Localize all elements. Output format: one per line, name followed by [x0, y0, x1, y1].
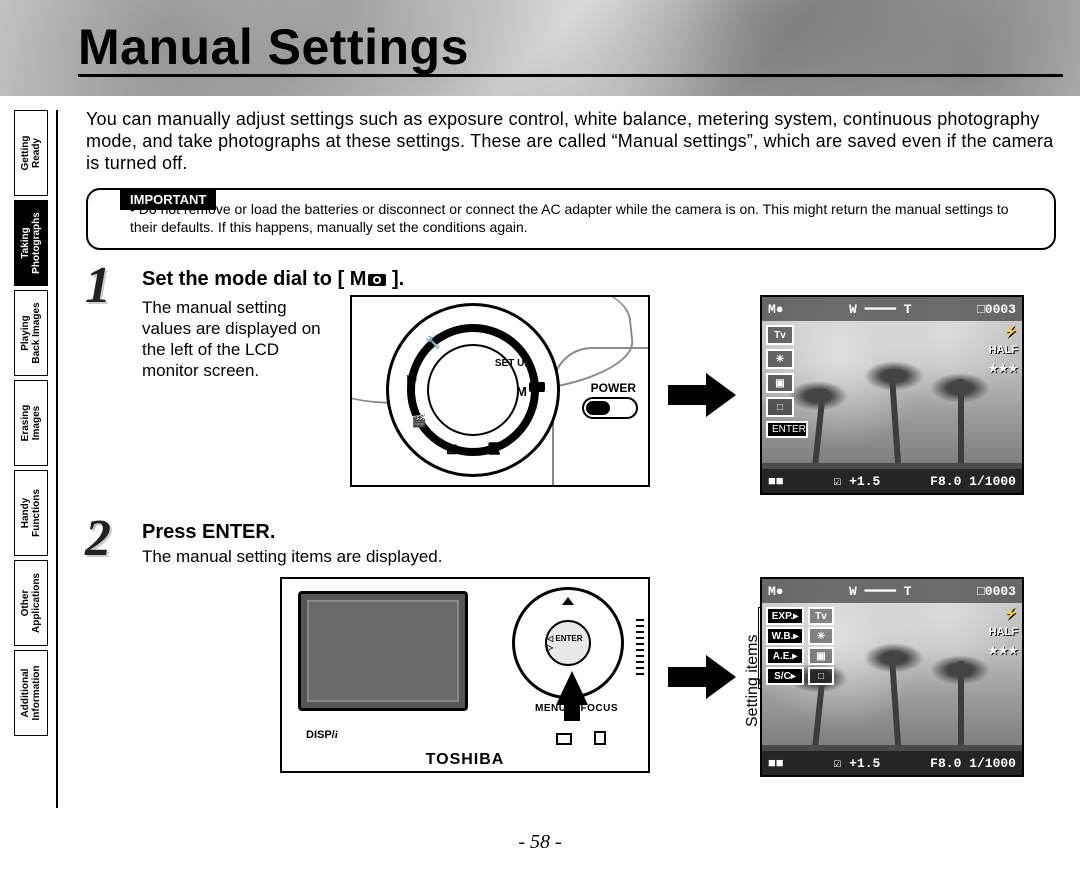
camera-back-illustration: ◁ ENTER ▷ MENU FOCUS DISP/i TOSHIBA	[280, 577, 650, 773]
lcd2-aperture-shutter: F8.0 1/1000	[930, 756, 1016, 771]
dial-movie-icon: 🎬	[412, 414, 427, 428]
step-number-2-icon: 2	[74, 515, 122, 563]
page-title: Manual Settings	[78, 18, 469, 76]
lcd2-battery-icon: ■■	[768, 756, 784, 771]
tab-additional-information[interactable]: Additional Information	[14, 650, 48, 736]
lcd1-ev-value: ☑ +1.5	[833, 474, 880, 489]
step-1: 1 Set the mode dial to [ M ]. The manual…	[86, 268, 1056, 495]
lcd2-settings-menu: EXP.▸Tv W.B.▸☀ A.E.▸▣ S/C▸□	[766, 607, 834, 685]
menu-exp: EXP.▸	[766, 607, 804, 625]
lcd1-quality-stars: ★★★	[988, 362, 1018, 375]
lcd1-frame-counter: □0003	[977, 302, 1016, 317]
trash-icon	[594, 731, 606, 745]
lcd1-meter-icon: ▣	[766, 373, 794, 393]
dial-setup-label: SET UP	[495, 358, 531, 369]
lcd1-zoom-bar: W ━━━━ T	[849, 302, 912, 317]
important-badge: IMPORTANT	[120, 189, 216, 210]
lcd1-right-icons: ⚡ HALF ★★★	[988, 325, 1018, 375]
dial-tick-icon: ▲	[467, 321, 479, 335]
lcd2-frame-counter: □0003	[977, 584, 1016, 599]
lcd-preview-2: M● W ━━━━ T □0003 EXP.▸Tv W.B.▸☀ A.E.▸▣ …	[760, 577, 1024, 777]
dial-wrench-icon: 🔧	[426, 336, 441, 350]
step-1-heading-suffix: ].	[386, 268, 404, 290]
menu-label: MENU	[535, 703, 566, 714]
folder-icon	[556, 733, 572, 745]
disp-label: DISP/i	[306, 729, 338, 741]
step-1-heading-prefix: Set the mode dial to [ M	[142, 268, 366, 290]
dial-play-icon: ▶	[407, 372, 416, 386]
tab-taking-photographs[interactable]: Taking Photographs	[14, 200, 48, 286]
lcd2-mode-indicator: M●	[768, 584, 784, 599]
dial-multi-icon: ▦	[446, 441, 457, 455]
tab-playing-back-images[interactable]: Playing Back Images	[14, 290, 48, 376]
grip-lines	[636, 619, 644, 679]
sidebar-divider	[56, 110, 58, 808]
arrow-right-icon	[668, 655, 742, 699]
dial-m-label: M	[516, 384, 527, 399]
step-1-heading: Set the mode dial to [ M ].	[142, 268, 1056, 291]
menu-ae: A.E.▸	[766, 647, 804, 665]
step-2-body: The manual setting items are displayed.	[142, 546, 1056, 567]
power-label: POWER	[591, 381, 636, 395]
menu-sc-val: □	[808, 667, 834, 685]
lcd1-single-icon: □	[766, 397, 794, 417]
lcd1-tv-icon: Tv	[766, 325, 794, 345]
lcd1-battery-icon: ■■	[768, 474, 784, 489]
focus-label: FOCUS	[581, 703, 619, 714]
lcd1-mode-indicator: M●	[768, 302, 784, 317]
intro-text: You can manually adjust settings such as…	[86, 108, 1056, 174]
tab-getting-ready[interactable]: Getting Ready	[14, 110, 48, 196]
sidebar: Getting Ready Taking Photographs Playing…	[14, 110, 48, 740]
lcd2-half-label: HALF	[989, 626, 1018, 638]
lcd1-flash-icon: ⚡	[1004, 325, 1018, 338]
lcd1-enter-button: ENTER	[766, 421, 808, 438]
menu-exp-val: Tv	[808, 607, 834, 625]
menu-wb: W.B.▸	[766, 627, 804, 645]
lcd2-right-icons: ⚡ HALF ★★★	[988, 607, 1018, 657]
step-1-body: The manual setting values are displayed …	[142, 297, 332, 381]
step-number-1-icon: 1	[74, 262, 122, 310]
page-body: You can manually adjust settings such as…	[86, 108, 1056, 777]
power-switch	[582, 397, 638, 419]
important-bullet: • Do not remove or load the batteries or…	[130, 200, 1038, 236]
lcd-preview-1: M● W ━━━━ T □0003 Tv ☀ ▣ □ ENTER ⚡ HALF	[760, 295, 1024, 495]
press-up-arrow-icon	[556, 671, 588, 705]
lcd2-zoom-bar: W ━━━━ T	[849, 584, 912, 599]
step-2: 2 Press ENTER. The manual setting items …	[86, 521, 1056, 777]
important-box: IMPORTANT • Do not remove or load the ba…	[86, 188, 1056, 250]
lcd2-quality-stars: ★★★	[988, 644, 1018, 657]
camera-mode-icon	[368, 274, 386, 286]
lcd2-ev-value: ☑ +1.5	[833, 756, 880, 771]
tab-other-applications[interactable]: Other Applications	[14, 560, 48, 646]
camera-lcd-rect	[298, 591, 468, 711]
menu-ae-val: ▣	[808, 647, 834, 665]
dial-pc-icon: 🖥	[487, 441, 502, 455]
dial-camera-icon	[529, 382, 545, 392]
setting-items-bracket	[758, 607, 759, 689]
arrow-right-icon	[668, 373, 742, 417]
lcd1-aperture-shutter: F8.0 1/1000	[930, 474, 1016, 489]
dpad-up-icon	[562, 597, 574, 605]
tab-erasing-images[interactable]: Erasing Images	[14, 380, 48, 466]
menu-wb-val: ☀	[808, 627, 834, 645]
step-2-heading: Press ENTER.	[142, 521, 1056, 544]
brand-label: TOSHIBA	[426, 751, 505, 769]
mode-dial-illustration: SET UP M ▲ 🔧 ▶ 🎬 ▦ 🖥 POWER	[350, 295, 650, 487]
lcd1-sun-icon: ☀	[766, 349, 794, 369]
lcd2-flash-icon: ⚡	[1004, 607, 1018, 620]
enter-button: ◁ ENTER ▷	[545, 620, 591, 666]
page-number: - 58 -	[518, 831, 561, 854]
title-underline	[78, 74, 1063, 77]
menu-sc: S/C▸	[766, 667, 804, 685]
tab-handy-functions[interactable]: Handy Functions	[14, 470, 48, 556]
lcd1-half-label: HALF	[989, 344, 1018, 356]
lcd1-left-icons: Tv ☀ ▣ □ ENTER	[766, 325, 808, 438]
